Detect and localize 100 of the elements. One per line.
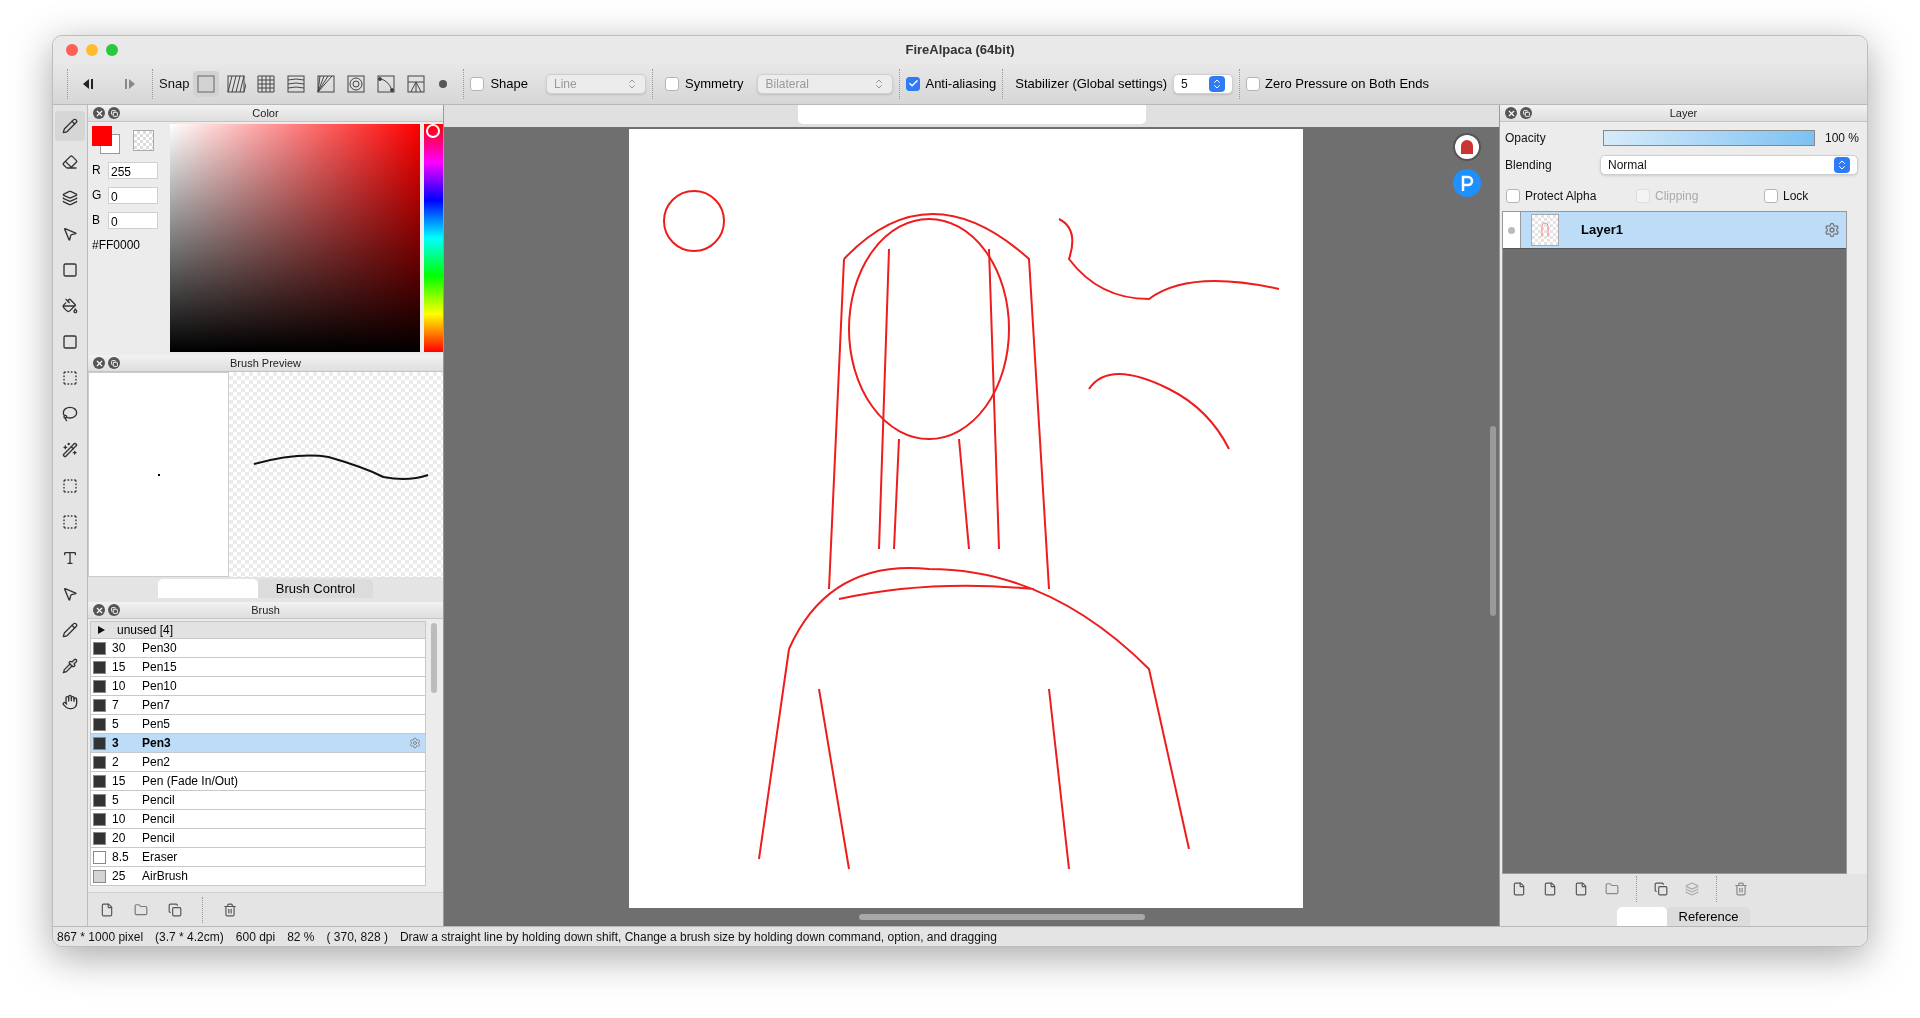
checkbox[interactable] — [664, 76, 679, 91]
symmetry-label: Symmetry — [684, 74, 744, 93]
close-icon[interactable] — [1505, 107, 1517, 119]
detach-icon[interactable] — [108, 107, 120, 119]
pencil-icon[interactable] — [55, 111, 85, 141]
brush-item[interactable]: 2 Pen2 — [90, 753, 426, 772]
brush-item[interactable]: 10 Pen10 — [90, 677, 426, 696]
checkbox[interactable] — [1246, 76, 1261, 91]
canvas-size: 867 * 1000 pixel — [57, 928, 144, 946]
brush-item[interactable]: 20 Pencil — [90, 829, 426, 848]
brush-name: Pen5 — [142, 716, 172, 733]
settings-icon[interactable] — [1824, 222, 1840, 238]
brush-group-row[interactable]: unused [4] — [90, 621, 426, 639]
dropdown[interactable]: Normal — [1600, 155, 1858, 175]
resolution: 600 dpi — [235, 928, 276, 946]
layer-thumbnail — [1531, 214, 1559, 246]
channel-field[interactable]: 0 — [108, 211, 158, 229]
hex-value: #FF0000 — [92, 237, 142, 254]
channel-field[interactable]: 255 — [108, 161, 158, 179]
detach-icon[interactable] — [108, 604, 120, 616]
checkbox[interactable] — [1506, 189, 1520, 203]
close-icon[interactable] — [93, 357, 105, 369]
brush-item[interactable]: 8.5 Eraser — [90, 848, 426, 867]
brush-size: 7 — [112, 697, 120, 714]
checkbox[interactable] — [470, 76, 485, 91]
new-layer-icon[interactable] — [1512, 882, 1526, 896]
zero-pressure-label: Zero Pressure on Both Ends — [1265, 74, 1430, 93]
brush-size: 10 — [112, 678, 127, 695]
status-hint: Draw a straight line by holding down shift, Change a brush size by holding down command, option, and dragging — [399, 928, 997, 946]
horizontal-scrollbar[interactable] — [858, 914, 1145, 920]
opacity-slider[interactable] — [1603, 129, 1815, 146]
option-label: Clipping — [1655, 188, 1699, 205]
expand-arrow-icon[interactable] — [98, 626, 105, 634]
channel-label: R — [92, 162, 102, 179]
brush-name: Pen15 — [142, 659, 178, 676]
brush-control-tab[interactable]: Brush Control — [257, 579, 374, 598]
transparent-swatch[interactable] — [133, 130, 154, 151]
new-brush-icon[interactable] — [100, 902, 114, 917]
panel-title: Layer — [1669, 105, 1698, 121]
dropdown[interactable]: 5 — [1173, 73, 1234, 94]
channel-label: B — [92, 212, 101, 229]
brush-name: Pen3 — [142, 735, 172, 752]
brush-size: 3 — [112, 735, 120, 752]
p-logo-icon[interactable] — [1453, 169, 1481, 197]
folder-icon[interactable] — [1605, 882, 1619, 896]
zoom-level: 82 % — [287, 928, 315, 946]
brush-item[interactable]: 15 Pen15 — [90, 658, 426, 677]
stepper-icon[interactable] — [1834, 157, 1850, 173]
duplicate-icon[interactable] — [1654, 882, 1668, 896]
vertical-scrollbar[interactable] — [1490, 425, 1496, 616]
brush-size: 5 — [112, 792, 120, 809]
brush-item[interactable]: 7 Pen7 — [90, 696, 426, 715]
detach-icon[interactable] — [1520, 107, 1532, 119]
close-icon[interactable] — [93, 604, 105, 616]
folder-icon[interactable] — [134, 902, 148, 917]
reference-tab[interactable]: Reference — [1666, 907, 1751, 926]
brush-size: 25 — [112, 868, 127, 885]
delete-icon[interactable] — [223, 902, 237, 917]
opacity-label: Opacity — [1505, 129, 1547, 147]
group-label: unused [4] — [117, 622, 174, 639]
layer-name: Layer1 — [1581, 221, 1624, 240]
window-title: FireAlpaca (64bit) — [905, 40, 1015, 59]
layer-row[interactable]: Layer1 — [1503, 212, 1846, 249]
brush-name: Pencil — [142, 830, 176, 847]
brush-item[interactable]: 5 Pencil — [90, 791, 426, 810]
option-label: Protect Alpha — [1525, 188, 1597, 205]
duplicate-icon[interactable] — [168, 902, 182, 917]
brush-name: Pen (Fade In/Out) — [142, 773, 240, 790]
checkbox[interactable] — [906, 76, 921, 91]
delete-icon[interactable] — [1734, 882, 1748, 896]
brush-name: Pencil — [142, 811, 176, 828]
option-label: Lock — [1783, 188, 1809, 205]
cursor-position: ( 370, 828 ) — [326, 928, 388, 946]
anti-aliasing-label: Anti-aliasing — [925, 74, 997, 93]
brush-name: Pen7 — [142, 697, 172, 714]
brush-item[interactable]: 15 Pen (Fade In/Out) — [90, 772, 426, 791]
shape-label: Shape — [490, 74, 528, 93]
panel-title: Brush Preview — [230, 355, 301, 371]
brush-item[interactable]: 30 Pen30 — [90, 639, 426, 658]
channel-field[interactable]: 0 — [108, 186, 158, 204]
brush-item[interactable]: 3 Pen3 — [90, 734, 426, 753]
color-swatches[interactable] — [92, 126, 120, 154]
brush-name: Pen10 — [142, 678, 178, 695]
checkbox[interactable] — [1764, 189, 1778, 203]
brush-size: 15 — [112, 773, 127, 790]
close-icon[interactable] — [93, 107, 105, 119]
channel-label: G — [92, 187, 102, 204]
brush-size: 5 — [112, 716, 120, 733]
panel-title: Brush — [251, 602, 280, 618]
brush-item[interactable]: 25 AirBrush — [90, 867, 426, 886]
opacity-reading: 100 % — [1825, 129, 1860, 147]
brush-item[interactable]: 10 Pencil — [90, 810, 426, 829]
detach-icon[interactable] — [108, 357, 120, 369]
brush-item[interactable]: 5 Pen5 — [90, 715, 426, 734]
brush-name: AirBrush — [142, 868, 189, 885]
physical-size: (3.7 * 4.2cm) — [155, 928, 224, 946]
stepper-icon[interactable] — [1209, 75, 1226, 92]
color-field[interactable] — [169, 124, 421, 352]
brush-size: 20 — [112, 830, 127, 847]
scrollbar-thumb[interactable] — [431, 623, 437, 693]
